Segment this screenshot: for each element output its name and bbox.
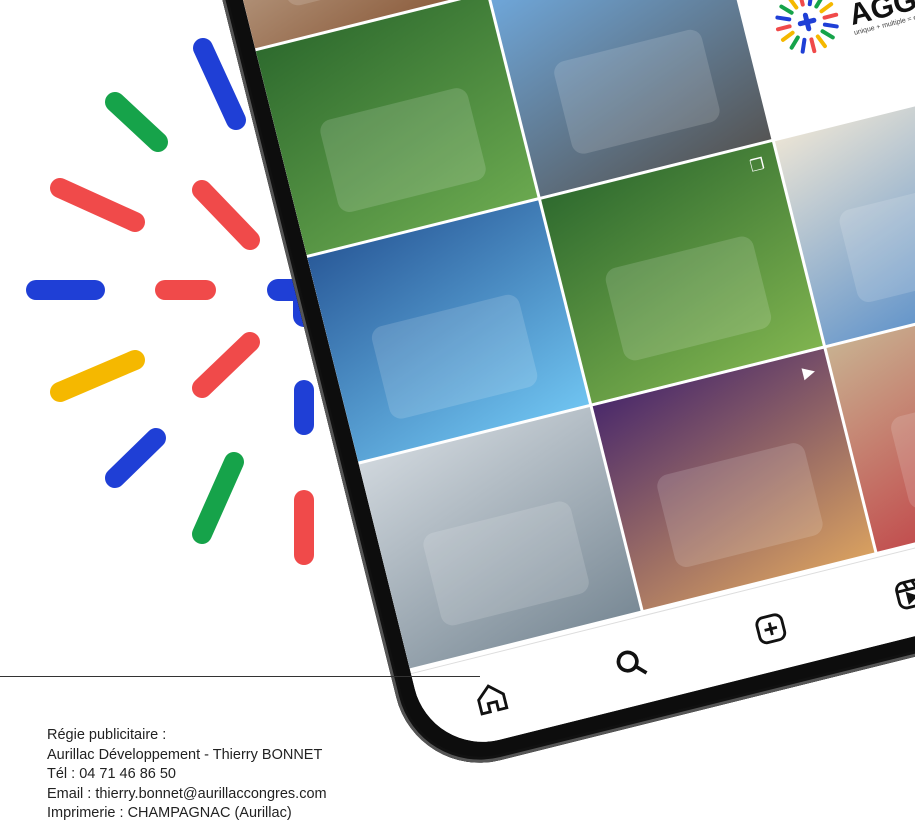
multi-icon: ❐ bbox=[748, 155, 767, 176]
agglo-mini-burst bbox=[775, 0, 839, 54]
reels-icon[interactable] bbox=[884, 567, 915, 620]
photo-content bbox=[888, 382, 915, 511]
photo-content bbox=[551, 27, 723, 156]
photo-content bbox=[317, 85, 489, 215]
add-icon[interactable] bbox=[744, 602, 797, 655]
photo-content bbox=[420, 498, 592, 628]
credits-company: Aurillac Développement - Thierry BONNET bbox=[47, 746, 323, 763]
home-icon[interactable] bbox=[465, 671, 518, 724]
credits-printer: Imprimerie : CHAMPAGNAC (Aurillac) bbox=[47, 805, 292, 821]
agglo-wordmark: AURILLACAGGLOunique + multiple = ensembl… bbox=[843, 0, 915, 36]
credits-title: Régie publicitaire : bbox=[47, 727, 167, 743]
credits-email: Email : thierry.bonnet@aurillaccongres.c… bbox=[47, 785, 327, 802]
divider bbox=[0, 676, 480, 677]
photo-content bbox=[266, 0, 437, 8]
search-icon[interactable] bbox=[604, 636, 657, 689]
photo-content bbox=[603, 233, 774, 363]
photo-content bbox=[836, 175, 915, 305]
credits-phone: Tél : 04 71 46 86 50 bbox=[47, 766, 176, 782]
advertising-credits: Régie publicitaire : Aurillac Développem… bbox=[47, 726, 327, 824]
photo-content bbox=[654, 440, 826, 570]
reels-icon: ▶ bbox=[800, 362, 817, 383]
photo-content bbox=[369, 292, 540, 421]
